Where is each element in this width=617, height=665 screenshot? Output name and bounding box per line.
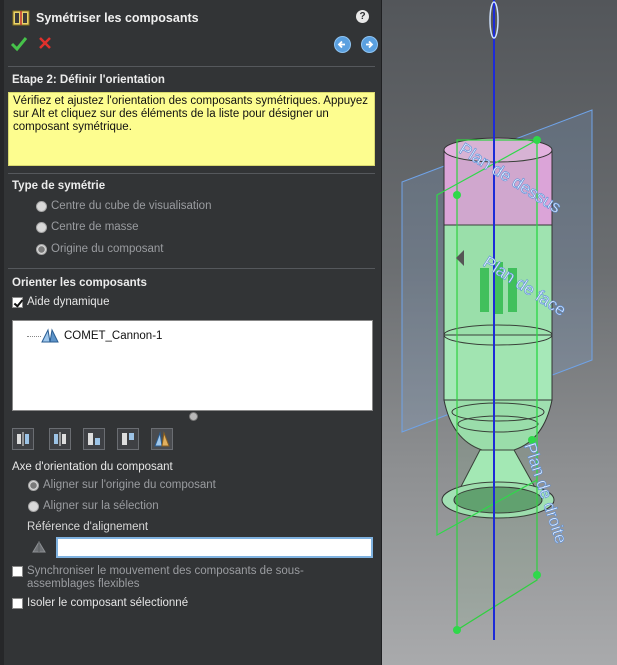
radio-indicator [28,500,39,512]
mirror-component-icon [154,431,170,447]
divider [8,173,375,174]
components-list[interactable]: COMET_Cannon-1 [12,320,373,411]
radio-label: Origine du composant [51,243,164,255]
flip-y-button[interactable] [49,428,71,450]
arrow-right-icon [366,40,374,49]
flip-z-button[interactable] [83,428,105,450]
flip-x-button[interactable] [12,428,34,450]
panel-header: Symétriser les composants [12,8,199,28]
ok-button[interactable] [10,35,28,53]
flip-y-icon [54,432,66,446]
mirror-components-icon [12,10,30,26]
cancel-button[interactable] [37,35,53,51]
rotate-orientation-button[interactable] [117,428,139,450]
divider [8,268,375,269]
step-title: Etape 2: Définir l'orientation [12,74,165,86]
divider [8,66,375,67]
checkbox-indicator [12,296,23,308]
model-view: Plan de dessus Plan de face Plan de droi… [401,0,593,640]
radio-label: Aligner sur la sélection [43,500,159,512]
checkbox-indicator [12,597,23,609]
panel-title: Symétriser les composants [36,11,199,25]
radio-component-origin[interactable]: Origine du composant [36,243,164,255]
isolate-component-checkbox[interactable]: Isoler le composant sélectionné [12,597,188,609]
part-icon [41,328,59,343]
radio-view-cube-center[interactable]: Centre du cube de visualisation [36,200,211,212]
symmetry-section-title: Type de symétrie [12,180,106,192]
checkbox-label: Synchroniser le mouvement des composants… [27,565,304,590]
mirror-type-button[interactable] [151,428,173,450]
alignment-reference-icon [32,541,46,553]
handle-point[interactable] [533,571,541,579]
radio-label: Centre de masse [51,221,139,233]
radio-indicator [36,221,47,233]
tree-connector [27,336,41,337]
orient-section-title: Orienter les composants [12,277,147,289]
alignment-reference-field[interactable] [56,537,373,558]
right-plane [456,139,538,632]
radio-align-component-origin[interactable]: Aligner sur l'origine du composant [28,479,216,491]
checkbox-indicator [12,566,23,577]
back-button[interactable] [334,36,351,53]
graphics-viewport[interactable]: Plan de dessus Plan de face Plan de droi… [382,0,617,665]
radio-indicator [28,479,39,491]
rotate-orientation-icon [122,433,134,445]
axis-title: Axe d'orientation du composant [12,461,173,473]
handle-point[interactable] [453,191,461,199]
dynamic-help-checkbox[interactable]: Aide dynamique [12,296,109,308]
next-button[interactable] [361,36,378,53]
flip-x-icon [17,432,29,446]
checkbox-label: Isoler le composant sélectionné [27,597,189,609]
sync-flexible-checkbox[interactable]: Synchroniser le mouvement des composants… [12,565,367,591]
checkbox-label: Aide dynamique [27,296,110,308]
list-resize-handle[interactable] [189,412,198,421]
reference-title: Référence d'alignement [27,521,149,533]
radio-center-of-mass[interactable]: Centre de masse [36,221,139,233]
property-manager-panel: Symétriser les composants ? Etape 2: Déf… [0,0,382,665]
help-icon[interactable]: ? [356,10,369,23]
handle-point[interactable] [533,136,541,144]
arrow-left-icon [337,40,345,49]
radio-indicator [36,200,47,212]
list-item-label: COMET_Cannon-1 [64,330,163,342]
flip-z-icon [88,433,100,445]
list-item[interactable]: COMET_Cannon-1 [27,327,163,345]
radio-indicator [36,243,47,255]
panel-edge [0,0,4,665]
radio-label: Aligner sur l'origine du composant [43,479,216,491]
radio-label: Centre du cube de visualisation [51,200,212,212]
instruction-message: Vérifiez et ajustez l'orientation des co… [8,92,375,166]
radio-align-selection[interactable]: Aligner sur la sélection [28,500,159,512]
handle-point[interactable] [453,626,461,634]
